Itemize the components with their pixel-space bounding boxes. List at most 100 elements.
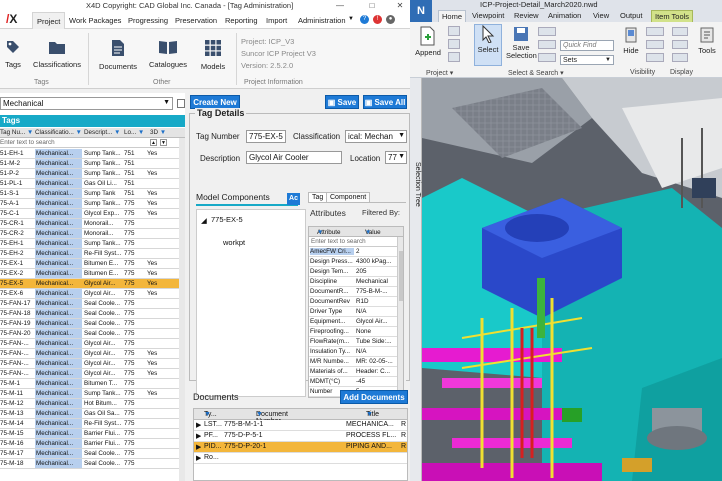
attributes-scrollbar[interactable] — [397, 237, 403, 397]
attribute-row[interactable]: Design Press... 4300 kPag... — [309, 257, 397, 267]
tag-search-input[interactable]: Enter text to search — [0, 139, 55, 146]
location-select[interactable]: 77 ▼ — [385, 151, 407, 164]
table-row[interactable]: 75-FAN-... Mechanical... Glycol Air... 775 Y… — [0, 359, 185, 369]
tree-node-root[interactable]: 775-EX-5 — [211, 215, 243, 224]
table-row[interactable]: 75-FAN-17 Mechanical... Seal Coole... 775 — [0, 299, 185, 309]
attribute-row[interactable]: MDMT(°C) -45 — [309, 377, 397, 387]
expand-row-icon[interactable]: ▶ — [196, 432, 201, 440]
table-row[interactable]: 75-M-14 Mechanical... Re-Fill Syst... 775 — [0, 419, 185, 429]
document-row[interactable]: ▶ Ro... — [194, 453, 407, 464]
save-all-button[interactable]: ▣ Save All — [363, 95, 407, 109]
col-location[interactable]: Lo... ▼ — [124, 129, 146, 136]
reset-icon[interactable] — [448, 39, 460, 49]
table-row[interactable]: 75-M-1 Mechanical... Bitumen T... 775 — [0, 379, 185, 389]
expand-row-icon[interactable]: ▶ — [196, 421, 201, 429]
documents-button[interactable]: Documents — [98, 39, 138, 71]
links-icon[interactable] — [672, 27, 688, 36]
tab-component[interactable]: Component — [326, 192, 371, 202]
quick-properties-icon[interactable] — [672, 40, 688, 49]
table-row[interactable]: 75-A-1 Mechanical... Sump Tank... 775 Yes — [0, 199, 185, 209]
table-row[interactable]: 75-M-11 Mechanical... Sump Tank... 775 Yes — [0, 389, 185, 399]
navis-logo[interactable]: N — [410, 0, 432, 22]
table-row[interactable]: 51-P-2 Mechanical... Sump Tank... 751 Yes — [0, 169, 185, 179]
table-row[interactable]: 51-M-2 Mechanical... Sump Tank... 751 — [0, 159, 185, 169]
attribute-row[interactable]: Equipment... Glycol Air... — [309, 317, 397, 327]
save-selection-button[interactable]: Save Selection — [506, 26, 537, 60]
attribute-row[interactable]: AmecFW Cri... 2 — [309, 247, 397, 257]
selection-tree-icon[interactable] — [538, 53, 556, 62]
minimize-icon[interactable]: — — [332, 0, 348, 12]
col-classification[interactable]: Classificatio... ▼ — [35, 129, 83, 136]
document-row[interactable]: ▶ PF... 775-D-P-5-1 PROCESS FL... R — [194, 431, 407, 442]
col-tag-number[interactable]: Tag Nu... ▼ — [0, 129, 33, 136]
close-icon[interactable]: ✕ — [392, 0, 408, 12]
chevron-down-icon[interactable]: ▼ — [348, 16, 354, 22]
tab-view[interactable]: View — [593, 11, 609, 20]
menu-work-packages[interactable]: Work Packages — [69, 16, 121, 25]
document-row[interactable]: ▶ PID... 775-D-P-20-1 PIPING AND... R — [194, 442, 407, 453]
user-icon[interactable]: ● — [386, 15, 395, 24]
attribute-row[interactable]: FlowRate(m... Tube Side:... — [309, 337, 397, 347]
tree-expand-icon[interactable]: ◢ — [201, 216, 207, 225]
tab-tag[interactable]: Tag — [308, 192, 328, 202]
3d-viewport[interactable] — [422, 78, 722, 481]
attribute-row[interactable]: Insulation Ty... N/A — [309, 347, 397, 357]
require-icon[interactable] — [646, 27, 664, 36]
table-row[interactable]: 75-FAN-... Mechanical... Glycol Air... 775 — [0, 339, 185, 349]
table-row[interactable]: 75-M-17 Mechanical... Seal Coole... 775 — [0, 449, 185, 459]
filter-checkbox[interactable] — [177, 99, 185, 108]
attribute-row[interactable]: Discipline Mechanical — [309, 277, 397, 287]
tools-button[interactable]: Tools — [694, 26, 720, 55]
attribute-row[interactable]: DocumentR... 775-B-M-... — [309, 287, 397, 297]
table-row[interactable]: 51-PL-1 Mechanical... Gas Oil Li... 751 — [0, 179, 185, 189]
refresh-icon[interactable] — [448, 26, 460, 36]
expand-row-icon[interactable]: ▶ — [196, 454, 201, 462]
table-row[interactable]: 75-FAN-19 Mechanical... Seal Coole... 775 — [0, 319, 185, 329]
sets-dropdown[interactable]: Sets ▼ — [560, 55, 614, 65]
table-row[interactable]: 75-FAN-... Mechanical... Glycol Air... 775 Y… — [0, 369, 185, 379]
menu-import[interactable]: Import — [266, 16, 287, 25]
menu-project[interactable]: Project — [32, 12, 66, 29]
filter-clear-icon[interactable]: ▲ — [150, 139, 157, 146]
tag-list-scrollbar[interactable] — [179, 138, 185, 481]
attribute-row[interactable]: Materials of... Header: C... — [309, 367, 397, 377]
classification-select[interactable]: ical: Mechan ▼ — [345, 130, 407, 143]
menu-progressing[interactable]: Progressing — [128, 16, 168, 25]
tab-viewpoint[interactable]: Viewpoint — [472, 11, 504, 20]
select-all-icon[interactable] — [538, 27, 556, 36]
attribute-row[interactable]: Fireproofing... None — [309, 327, 397, 337]
col-description[interactable]: Descript... ▼ — [84, 129, 123, 136]
attribute-row[interactable]: Design Tem... 205 — [309, 267, 397, 277]
table-row[interactable]: 51-S-1 Mechanical... Sump Tank 751 Yes — [0, 189, 185, 199]
quick-find-input[interactable]: Quick Find — [560, 40, 614, 51]
alert-icon[interactable]: ! — [373, 15, 382, 24]
hide-unselected-icon[interactable] — [646, 40, 664, 49]
tab-animation[interactable]: Animation — [548, 11, 581, 20]
table-row[interactable]: 75-M-18 Mechanical... Seal Coole... 775 — [0, 459, 185, 469]
table-row[interactable]: 51-EH-1 Mechanical... Sump Tank... 751 Yes — [0, 149, 185, 159]
x4d-logo[interactable]: /X — [6, 12, 17, 26]
models-button[interactable]: Models — [198, 39, 228, 71]
table-row[interactable]: 75-FAN-... Mechanical... Glycol Air... 775 Y… — [0, 349, 185, 359]
menu-administration[interactable]: Administration — [298, 16, 346, 25]
select-same-icon[interactable] — [538, 40, 556, 49]
classification-filter-combo[interactable]: Mechanical ▼ — [0, 97, 173, 110]
add-documents-button[interactable]: Add Documents — [340, 390, 408, 404]
table-row[interactable]: 75-CR-2 Mechanical... Monorail... 775 — [0, 229, 185, 239]
append-button[interactable]: Append — [414, 26, 442, 57]
table-row[interactable]: 75-M-15 Mechanical... Barrier Flui... 775 — [0, 429, 185, 439]
attribute-row[interactable]: DocumentRev R1D — [309, 297, 397, 307]
tab-review[interactable]: Review — [514, 11, 539, 20]
help-icon[interactable]: ? — [360, 15, 369, 24]
hide-button[interactable]: Hide — [620, 26, 642, 55]
menu-reporting[interactable]: Reporting — [225, 16, 258, 25]
table-row[interactable]: 75-CR-1 Mechanical... Monorail... 775 — [0, 219, 185, 229]
table-row[interactable]: 75-C-1 Mechanical... Glycol Exp... 775 Yes — [0, 209, 185, 219]
expand-row-icon[interactable]: ▶ — [196, 443, 201, 451]
table-row[interactable]: 75-M-16 Mechanical... Barrier Flui... 775 — [0, 439, 185, 449]
table-row[interactable]: 75-EX-1 Mechanical... Bitumen E... 775 Yes — [0, 259, 185, 269]
save-button[interactable]: ▣ Save — [325, 95, 359, 109]
create-new-button[interactable]: Create New — [190, 95, 240, 109]
table-row[interactable]: 75-FAN-20 Mechanical... Seal Coole... 775 — [0, 329, 185, 339]
maximize-icon[interactable]: □ — [364, 0, 380, 12]
